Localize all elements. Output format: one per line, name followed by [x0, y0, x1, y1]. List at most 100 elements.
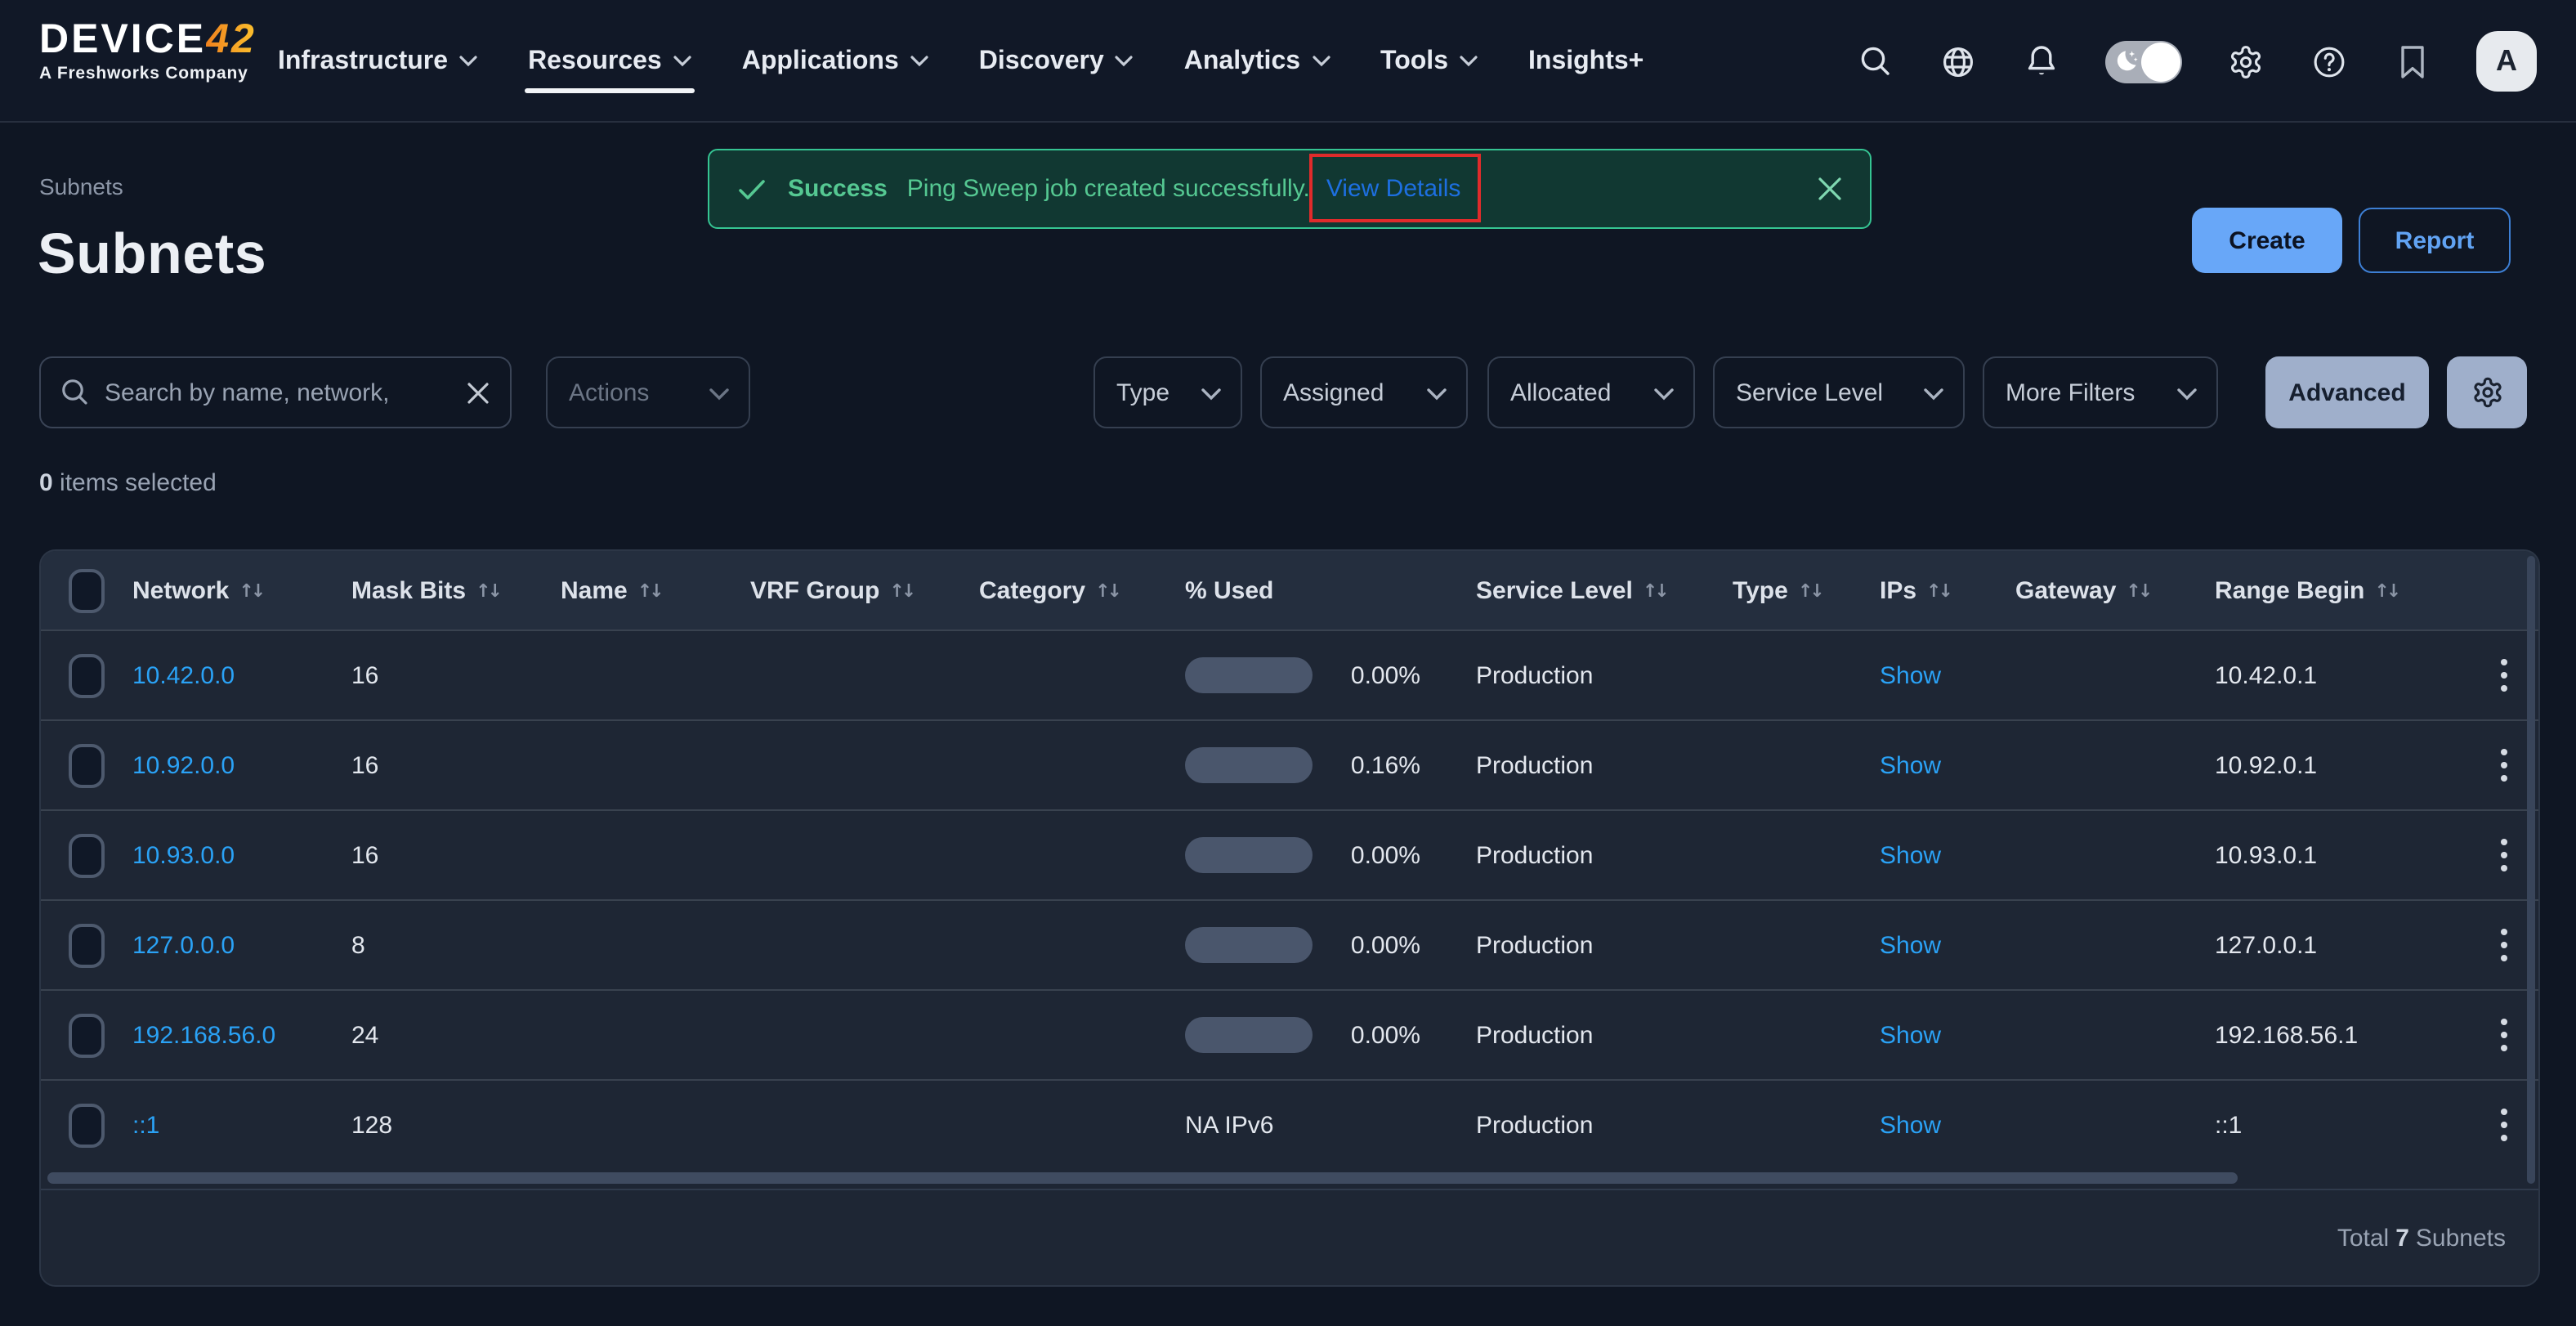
- usage-bar: [1185, 1017, 1313, 1053]
- table-row: 10.92.0.0 16 0.16% Production Show 10.92…: [41, 719, 2538, 809]
- used-na-cell: NA IPv6: [1185, 1111, 1476, 1139]
- filter-assigned-dropdown[interactable]: Assigned: [1260, 356, 1468, 428]
- top-navbar: DEVICE42 A Freshworks Company Infrastruc…: [0, 0, 2576, 123]
- actions-dropdown[interactable]: Actions: [546, 356, 750, 428]
- row-checkbox[interactable]: [69, 1103, 105, 1147]
- chevron-down-icon: [1116, 56, 1134, 67]
- ips-show-link[interactable]: Show: [1880, 1021, 2015, 1049]
- vertical-scrollbar-thumb[interactable]: [2527, 556, 2535, 1184]
- table-row: ::1 128 NA IPv6 Production Show ::1: [41, 1079, 2538, 1169]
- menu-discovery[interactable]: Discovery: [979, 0, 1134, 123]
- menu-analytics[interactable]: Analytics: [1184, 0, 1330, 123]
- chevron-down-icon: [673, 56, 691, 67]
- filter-service-level-dropdown[interactable]: Service Level: [1713, 356, 1965, 428]
- chevron-down-icon: [2177, 387, 2195, 398]
- mask-bits-cell: 8: [351, 931, 561, 959]
- more-filters-dropdown[interactable]: More Filters: [1983, 356, 2218, 428]
- row-checkbox[interactable]: [69, 833, 105, 877]
- toast-message: Ping Sweep job created successfully.: [907, 175, 1310, 203]
- column-header-mask-bits[interactable]: Mask Bits↑↓: [351, 576, 561, 604]
- mask-bits-cell: 16: [351, 661, 561, 689]
- service-level-cell: Production: [1476, 661, 1733, 689]
- search-icon[interactable]: [1855, 42, 1894, 81]
- row-checkbox[interactable]: [69, 743, 105, 787]
- chevron-down-icon: [1924, 387, 1942, 398]
- total-prefix: Total: [2337, 1225, 2389, 1252]
- view-details-link[interactable]: View Details: [1326, 175, 1461, 203]
- column-header-network[interactable]: Network↑↓: [132, 576, 351, 604]
- horizontal-scrollbar-thumb[interactable]: [47, 1172, 2238, 1184]
- service-level-cell: Production: [1476, 1111, 1733, 1139]
- mask-bits-cell: 24: [351, 1021, 561, 1049]
- mask-bits-cell: 16: [351, 841, 561, 869]
- selection-count: 0 items selected: [39, 469, 217, 497]
- breadcrumb[interactable]: Subnets: [39, 173, 123, 199]
- filter-type-dropdown[interactable]: Type: [1093, 356, 1242, 428]
- table-row: 10.42.0.0 16 0.00% Production Show 10.42…: [41, 629, 2538, 719]
- menu-tools[interactable]: Tools: [1380, 0, 1478, 123]
- menu-insights[interactable]: Insights+: [1528, 0, 1644, 123]
- ips-show-link[interactable]: Show: [1880, 751, 2015, 779]
- mask-bits-cell: 16: [351, 751, 561, 779]
- used-cell: 0.00%: [1185, 927, 1476, 963]
- gear-icon[interactable]: [2226, 42, 2265, 81]
- column-header-category[interactable]: Category↑↓: [979, 576, 1185, 604]
- advanced-button[interactable]: Advanced: [2265, 356, 2429, 428]
- ips-show-link[interactable]: Show: [1880, 841, 2015, 869]
- network-link[interactable]: 127.0.0.0: [132, 931, 351, 959]
- user-avatar[interactable]: A: [2476, 31, 2537, 92]
- logo-accent: 42: [206, 16, 257, 62]
- menu-resources[interactable]: Resources: [528, 0, 691, 123]
- theme-toggle[interactable]: [2105, 40, 2182, 83]
- chevron-down-icon: [1427, 387, 1445, 398]
- bookmark-icon[interactable]: [2393, 42, 2432, 81]
- network-link[interactable]: 10.92.0.0: [132, 751, 351, 779]
- sort-icon: ↑↓: [2126, 580, 2149, 601]
- column-header-type[interactable]: Type↑↓: [1733, 576, 1880, 604]
- globe-icon[interactable]: [1939, 42, 1978, 81]
- logo-text: DEVICE: [39, 16, 206, 62]
- total-count: 7: [2389, 1225, 2416, 1252]
- search-input[interactable]: [105, 379, 451, 406]
- row-checkbox[interactable]: [69, 923, 105, 967]
- table-settings-gear-button[interactable]: [2447, 356, 2527, 428]
- table-header-row: Network↑↓ Mask Bits↑↓ Name↑↓ VRF Group↑↓…: [41, 551, 2538, 629]
- network-link[interactable]: 10.42.0.0: [132, 661, 351, 689]
- column-header-vrf-group[interactable]: VRF Group↑↓: [750, 576, 979, 604]
- sort-icon: ↑↓: [239, 580, 262, 601]
- report-button[interactable]: Report: [2359, 208, 2511, 273]
- moon-icon: [2113, 47, 2141, 74]
- select-all-checkbox[interactable]: [69, 568, 105, 612]
- network-link[interactable]: 10.93.0.0: [132, 841, 351, 869]
- table-row: 10.93.0.0 16 0.00% Production Show 10.93…: [41, 809, 2538, 899]
- column-header-name[interactable]: Name↑↓: [561, 576, 750, 604]
- ips-show-link[interactable]: Show: [1880, 1111, 2015, 1139]
- table-row: 192.168.56.0 24 0.00% Production Show 19…: [41, 989, 2538, 1079]
- usage-bar: [1185, 927, 1313, 963]
- range-begin-cell: 10.93.0.1: [2215, 841, 2470, 869]
- ips-show-link[interactable]: Show: [1880, 661, 2015, 689]
- menu-applications[interactable]: Applications: [742, 0, 928, 123]
- filter-allocated-dropdown[interactable]: Allocated: [1487, 356, 1695, 428]
- create-button[interactable]: Create: [2192, 208, 2342, 273]
- clear-search-icon[interactable]: [466, 380, 490, 405]
- menu-infrastructure[interactable]: Infrastructure: [278, 0, 477, 123]
- notifications-bell-icon[interactable]: [2022, 42, 2061, 81]
- toast-status: Success: [788, 175, 888, 203]
- check-icon: [736, 172, 768, 205]
- help-icon[interactable]: [2310, 42, 2349, 81]
- column-header-range-begin[interactable]: Range Begin↑↓: [2215, 576, 2470, 604]
- network-link[interactable]: ::1: [132, 1111, 351, 1139]
- column-header-gateway[interactable]: Gateway↑↓: [2015, 576, 2215, 604]
- row-checkbox[interactable]: [69, 1013, 105, 1057]
- network-link[interactable]: 192.168.56.0: [132, 1021, 351, 1049]
- device42-logo[interactable]: DEVICE42 A Freshworks Company: [39, 18, 268, 83]
- column-header-service-level[interactable]: Service Level↑↓: [1476, 576, 1733, 604]
- close-icon[interactable]: [1816, 175, 1844, 203]
- row-checkbox[interactable]: [69, 653, 105, 697]
- ips-show-link[interactable]: Show: [1880, 931, 2015, 959]
- sort-icon: ↑↓: [637, 580, 661, 601]
- success-toast: Success Ping Sweep job created successfu…: [708, 149, 1872, 229]
- main-menu: Infrastructure Resources Applications Di…: [278, 0, 1644, 123]
- column-header-ips[interactable]: IPs↑↓: [1880, 576, 2015, 604]
